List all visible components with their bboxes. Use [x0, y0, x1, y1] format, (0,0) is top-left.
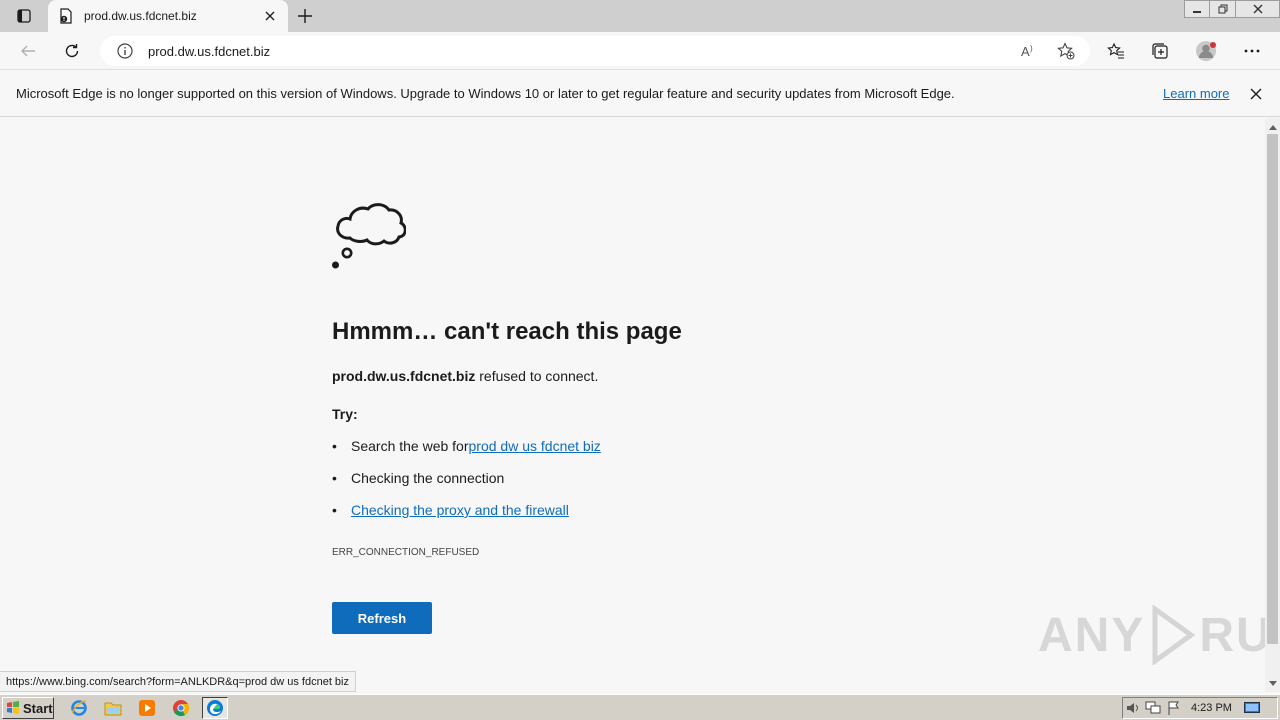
error-host: prod.dw.us.fdcnet.biz	[332, 368, 476, 384]
system-tray: 4:23 PM	[1122, 697, 1278, 719]
new-tab-button[interactable]	[292, 4, 318, 28]
error-description: prod.dw.us.fdcnet.biz refused to connect…	[332, 368, 598, 384]
taskbar-clock: 4:23 PM	[1191, 702, 1232, 714]
back-button[interactable]	[13, 36, 43, 66]
taskbar: Start 4:23 PM	[0, 694, 1280, 720]
title-bar: prod.dw.us.fdcnet.biz	[0, 0, 1280, 32]
url-text: prod.dw.us.fdcnet.biz	[148, 43, 271, 59]
restore-icon	[1218, 4, 1227, 14]
restore-button[interactable]	[1210, 0, 1236, 18]
play-logo-icon	[1152, 605, 1196, 665]
internet-explorer-icon[interactable]	[66, 697, 92, 719]
reload-button[interactable]	[57, 36, 87, 66]
browser-toolbar: prod.dw.us.fdcnet.biz A)	[0, 32, 1280, 70]
list-item: • Search the web for prod dw us fdcnet bi…	[332, 438, 601, 454]
watermark-left: ANY	[1038, 608, 1146, 662]
scrollbar-thumb[interactable]	[1267, 134, 1278, 644]
window-controls	[1184, 0, 1280, 20]
suggestion-prefix: Search the web for	[351, 438, 469, 454]
tab-close-icon[interactable]	[258, 4, 282, 28]
page-error-icon	[58, 8, 74, 24]
start-button[interactable]: Start	[2, 697, 54, 719]
scroll-down-icon[interactable]	[1265, 676, 1280, 690]
scroll-up-icon[interactable]	[1265, 120, 1280, 134]
active-tab[interactable]: prod.dw.us.fdcnet.biz	[48, 0, 288, 32]
show-desktop-icon[interactable]	[1242, 699, 1262, 717]
read-aloud-icon[interactable]: A)	[1018, 39, 1042, 63]
tab-actions-button[interactable]	[8, 4, 40, 28]
close-icon	[1253, 4, 1262, 14]
vertical-scrollbar[interactable]	[1265, 118, 1280, 692]
try-label: Try:	[332, 406, 358, 422]
minimize-button[interactable]	[1184, 0, 1210, 18]
more-icon	[1244, 49, 1260, 53]
suggestion-list: • Search the web for prod dw us fdcnet bi…	[332, 438, 601, 534]
svg-text:A: A	[1021, 44, 1030, 59]
anyrun-watermark: ANY RUN	[1038, 605, 1280, 665]
list-item: • Checking the connection	[332, 470, 505, 486]
suggestion-text: Checking the connection	[351, 470, 505, 486]
reload-icon	[65, 44, 79, 58]
action-center-flag-icon[interactable]	[1163, 699, 1183, 717]
collections-icon	[1152, 43, 1168, 59]
volume-icon[interactable]	[1123, 699, 1143, 717]
windows-logo-icon	[7, 701, 19, 714]
add-favorite-icon[interactable]	[1054, 39, 1078, 63]
tab-actions-icon	[17, 9, 31, 23]
media-player-icon[interactable]	[134, 697, 160, 719]
svg-text:): )	[1030, 44, 1033, 53]
settings-more-button[interactable]	[1237, 36, 1267, 66]
edge-icon[interactable]	[202, 697, 228, 719]
search-web-link[interactable]: prod dw us fdcnet biz	[469, 438, 601, 454]
close-window-button[interactable]	[1236, 0, 1280, 18]
thought-cloud-icon	[332, 203, 406, 269]
site-info-icon[interactable]	[116, 42, 134, 60]
favorites-button[interactable]	[1101, 36, 1131, 66]
plus-icon	[298, 9, 312, 23]
collections-button[interactable]	[1145, 36, 1175, 66]
address-bar[interactable]: prod.dw.us.fdcnet.biz A)	[100, 36, 1090, 66]
network-icon[interactable]	[1143, 699, 1163, 717]
status-url: https://www.bing.com/search?form=ANLKDR&…	[0, 671, 356, 692]
error-code: ERR_CONNECTION_REFUSED	[332, 547, 480, 558]
back-arrow-icon	[21, 45, 35, 57]
profile-button[interactable]	[1191, 36, 1221, 66]
unsupported-os-infobar: Microsoft Edge is no longer supported on…	[0, 71, 1280, 117]
learn-more-link[interactable]: Learn more	[1163, 86, 1229, 101]
list-item: • Checking the proxy and the firewall	[332, 502, 569, 518]
infobar-message: Microsoft Edge is no longer supported on…	[16, 86, 955, 101]
proxy-firewall-link[interactable]: Checking the proxy and the firewall	[351, 502, 569, 518]
favorites-icon	[1107, 42, 1124, 59]
infobar-close-icon[interactable]	[1246, 84, 1266, 104]
tab-title: prod.dw.us.fdcnet.biz	[84, 9, 197, 23]
chrome-icon[interactable]	[168, 697, 194, 719]
refresh-button[interactable]: Refresh	[332, 602, 432, 634]
file-explorer-icon[interactable]	[100, 697, 126, 719]
error-description-text: refused to connect.	[475, 368, 599, 384]
error-title: Hmmm… can't reach this page	[332, 318, 682, 345]
start-label: Start	[23, 700, 53, 716]
minimize-icon	[1193, 11, 1201, 13]
avatar	[1196, 41, 1216, 61]
